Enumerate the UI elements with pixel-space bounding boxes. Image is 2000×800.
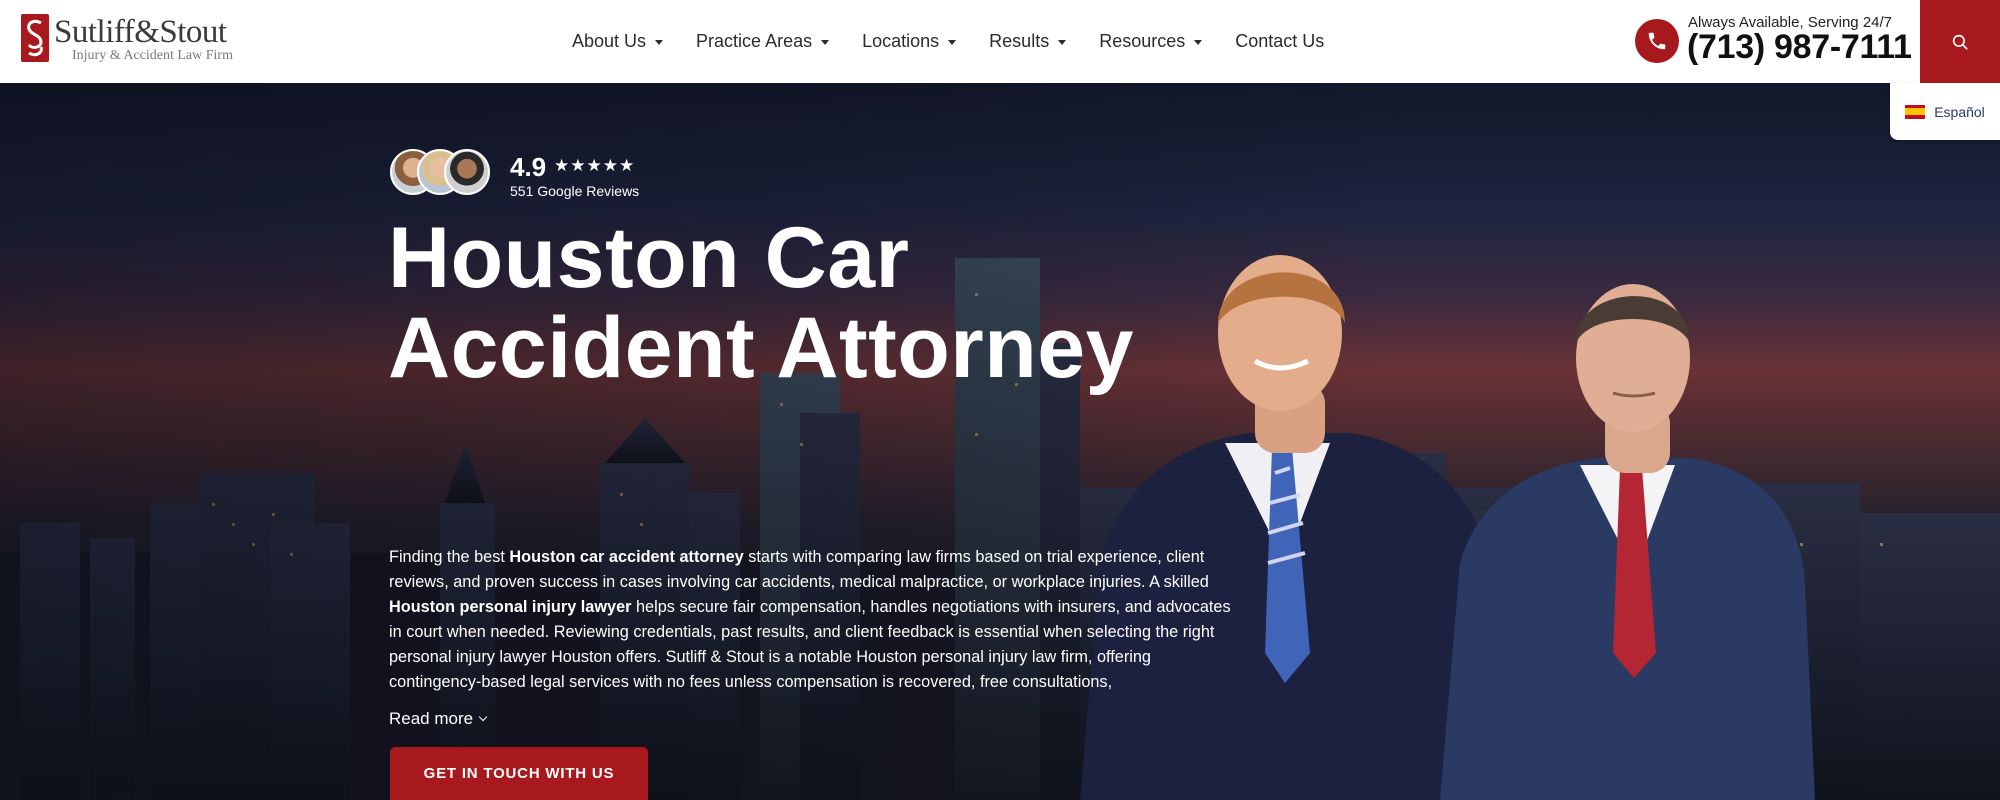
page-title-line-2: Accident Attorney	[388, 300, 1134, 396]
chevron-down-icon	[821, 40, 830, 45]
rating-score: 4.9	[510, 152, 547, 182]
chevron-down-icon	[1194, 40, 1203, 45]
nav-item-locations[interactable]: Locations	[862, 31, 957, 52]
page-title-line-1: Houston Car	[388, 210, 910, 306]
intro-bold-keyword: Houston car accident attorney	[509, 548, 744, 566]
chevron-down-icon	[478, 712, 488, 722]
nav-item-about-us[interactable]: About Us	[572, 31, 664, 52]
nav-item-label: Resources	[1099, 31, 1186, 51]
get-in-touch-button[interactable]: GET IN TOUCH WITH US	[390, 747, 648, 800]
reviewer-avatar	[444, 149, 490, 195]
nav-item-label: Results	[989, 31, 1050, 51]
hero-section: 4.9 ★★★★★ 551 Google Reviews Houston Car…	[0, 83, 2000, 800]
logo[interactable]: Sutliff&Stout Injury & Accident Law Firm	[20, 14, 235, 66]
intro-paragraph: Finding the best Houston car accident at…	[389, 545, 1239, 695]
star-rating-icon: ★★★★★	[554, 156, 636, 175]
nav-item-label: Contact Us	[1235, 31, 1325, 51]
phone-icon[interactable]	[1635, 19, 1679, 63]
search-button[interactable]	[1920, 0, 2000, 83]
page: Sutliff&Stout Injury & Accident Law Firm…	[0, 0, 2000, 800]
search-icon	[1952, 34, 1968, 50]
chevron-down-icon	[655, 40, 664, 45]
page-title: Houston Car Accident Attorney	[388, 213, 1208, 393]
read-more-label: Read more	[389, 709, 474, 728]
chevron-down-icon	[1058, 40, 1067, 45]
logo-mark-icon	[21, 14, 49, 62]
nav-item-practice-areas[interactable]: Practice Areas	[696, 31, 830, 52]
logo-tagline: Injury & Accident Law Firm	[72, 48, 233, 63]
nav-item-resources[interactable]: Resources	[1099, 31, 1203, 52]
attorney-right-figure	[1440, 284, 1815, 800]
nav-item-label: Locations	[862, 31, 940, 51]
spain-flag-icon	[1905, 104, 1926, 119]
intro-text: Finding the best	[389, 548, 510, 566]
nav-item-label: Practice Areas	[696, 31, 813, 51]
site-header: Sutliff&Stout Injury & Accident Law Firm…	[0, 0, 2000, 83]
nav-item-contact-us[interactable]: Contact Us	[1235, 31, 1324, 52]
nav-item-results[interactable]: Results	[989, 31, 1067, 52]
chevron-down-icon	[948, 40, 957, 45]
language-switcher[interactable]: Español	[1890, 83, 2000, 140]
read-more-link[interactable]: Read more	[389, 709, 488, 729]
main-nav: About Us Practice Areas Locations Result…	[572, 0, 1324, 83]
logo-name: Sutliff&Stout	[54, 14, 227, 50]
nav-item-label: About Us	[572, 31, 647, 51]
phone-number-link[interactable]: (713) 987-7111	[1687, 28, 1912, 67]
intro-bold-keyword: Houston personal injury lawyer	[389, 598, 632, 616]
review-count: 551 Google Reviews	[510, 183, 640, 199]
language-label: Español	[1934, 103, 1985, 120]
